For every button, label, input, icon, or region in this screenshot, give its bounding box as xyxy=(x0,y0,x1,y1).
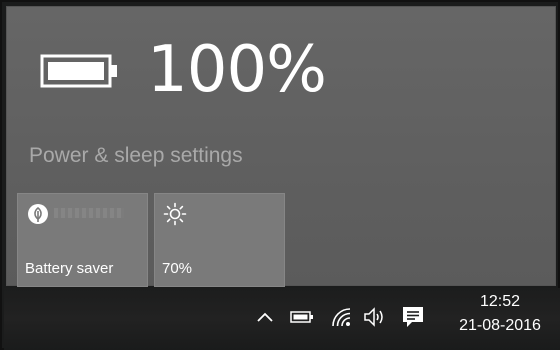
taskbar: 12:52 21-08-2016 xyxy=(4,288,560,350)
volume-icon xyxy=(364,307,383,327)
battery-saver-leaf-icon xyxy=(28,204,48,224)
clock-date: 21-08-2016 xyxy=(459,317,541,334)
battery-percentage: 100% xyxy=(147,33,327,107)
action-center-icon xyxy=(403,307,423,327)
battery-saver-label: Battery saver xyxy=(25,260,114,277)
tray-network-button[interactable] xyxy=(327,302,357,332)
tray-volume-button[interactable] xyxy=(360,302,390,332)
show-hidden-icons-button[interactable] xyxy=(250,302,280,332)
battery-flyout: 100% Power & sleep settings Battery save… xyxy=(6,6,556,287)
screen-frame: 100% Power & sleep settings Battery save… xyxy=(0,0,560,350)
action-center-button[interactable] xyxy=(398,302,428,332)
power-sleep-settings-link[interactable]: Power & sleep settings xyxy=(29,142,243,170)
brightness-label: 70% xyxy=(162,260,193,277)
clock-time: 12:52 xyxy=(479,293,521,310)
battery-icon xyxy=(290,311,313,323)
chevron-up-icon xyxy=(257,312,273,322)
wifi-icon xyxy=(332,308,351,327)
taskbar-clock[interactable]: 12:52 21-08-2016 xyxy=(440,290,560,338)
brightness-tile[interactable]: 70% xyxy=(154,193,285,287)
blurred-text xyxy=(54,208,124,218)
battery-full-icon xyxy=(40,54,117,88)
brightness-sun-icon xyxy=(163,202,187,226)
tray-battery-button[interactable] xyxy=(287,302,317,332)
battery-saver-tile[interactable]: Battery saver xyxy=(17,193,148,287)
